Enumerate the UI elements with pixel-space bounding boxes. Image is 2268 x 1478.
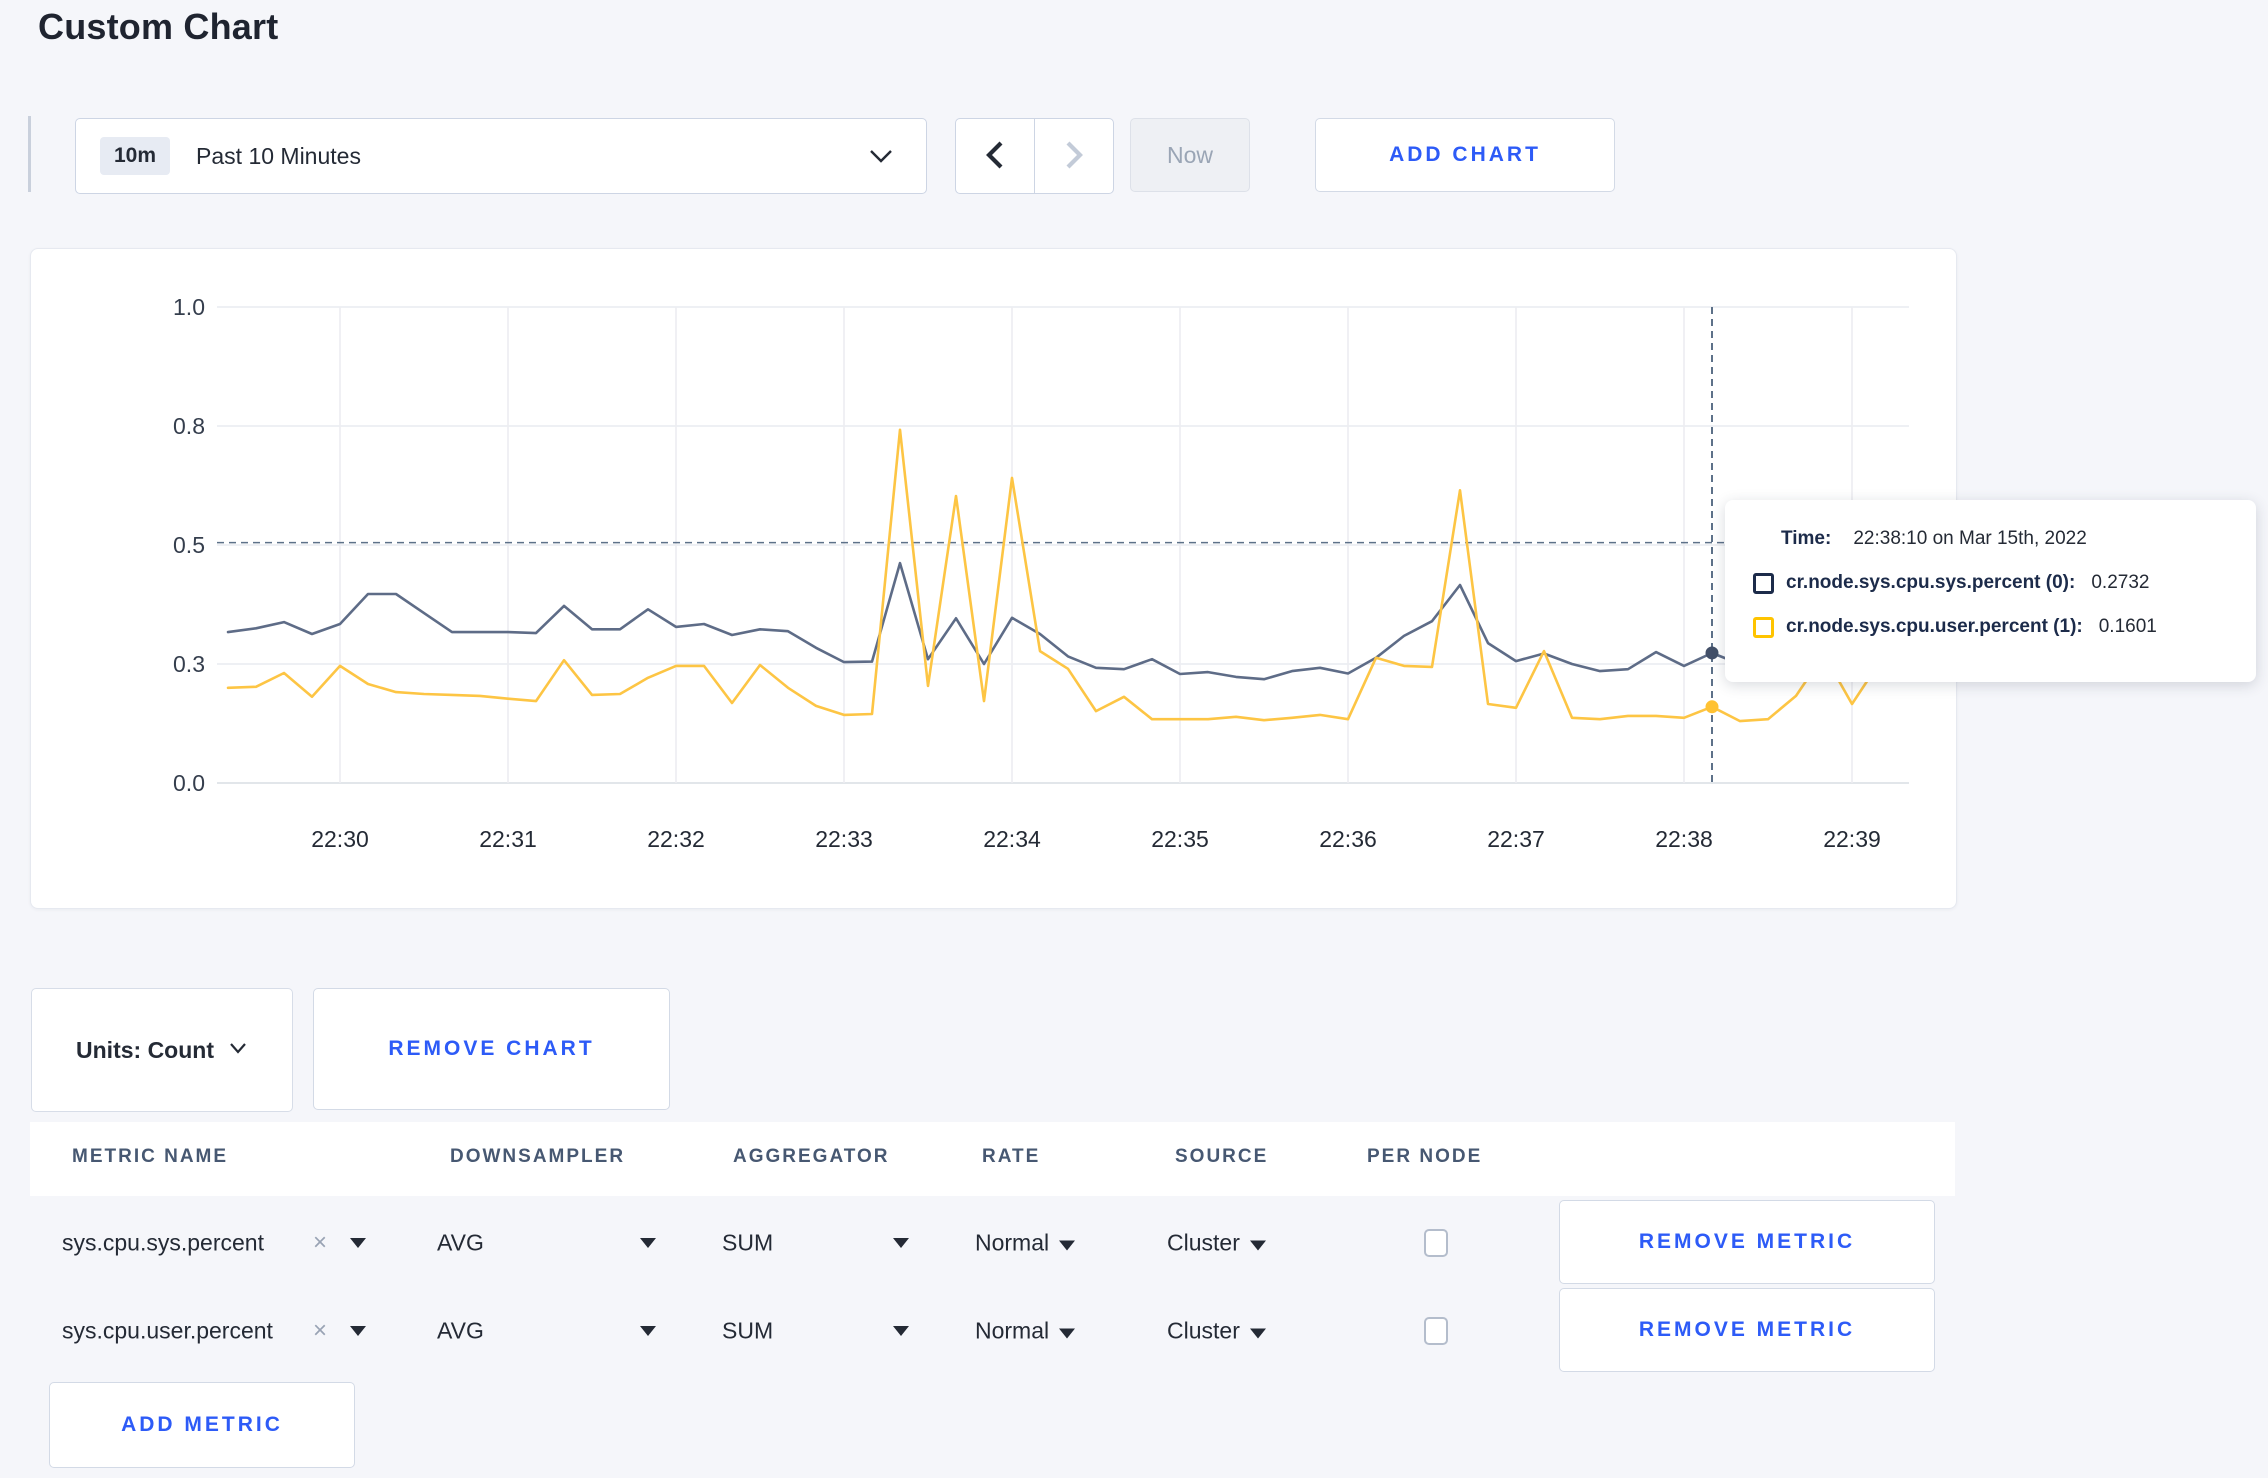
chevron-down-icon xyxy=(868,147,894,170)
x-axis-tick-label: 22:34 xyxy=(983,826,1041,852)
y-axis-tick-label: 0.3 xyxy=(173,651,205,677)
y-axis-tick-label: 0.8 xyxy=(173,413,205,439)
aggregator-caret-icon[interactable] xyxy=(893,1238,909,1248)
remove-metric-button[interactable]: REMOVE METRIC xyxy=(1559,1200,1935,1284)
y-axis-tick-label: 0.5 xyxy=(173,532,205,558)
next-range-button[interactable] xyxy=(1035,119,1113,193)
tooltip-time-label: Time: xyxy=(1781,528,1832,549)
aggregator-value[interactable]: SUM xyxy=(722,1318,773,1345)
chart-tooltip: Time: 22:38:10 on Mar 15th, 2022 cr.node… xyxy=(1725,500,2256,682)
tooltip-series-label: cr.node.sys.cpu.user.percent (1): xyxy=(1786,616,2083,637)
user-series-swatch-icon xyxy=(1753,616,1774,638)
x-axis-tick-label: 22:35 xyxy=(1151,826,1209,852)
rate-caret-icon[interactable] xyxy=(1059,1328,1076,1339)
add-chart-button[interactable]: ADD CHART xyxy=(1315,118,1615,192)
time-range-dropdown[interactable]: 10m Past 10 Minutes xyxy=(75,118,927,194)
rate-value[interactable]: Normal xyxy=(975,1230,1076,1257)
rate-caret-icon[interactable] xyxy=(1059,1240,1076,1251)
time-series-chart[interactable]: 1.0 0.8 0.5 0.3 0.0 22:30 22:31 22:32 22:33 22:34… xyxy=(31,249,1956,908)
col-header-per-node: PER NODE xyxy=(1367,1146,1483,1167)
x-axis-tick-label: 22:30 xyxy=(311,826,369,852)
x-axis-tick-label: 22:32 xyxy=(647,826,705,852)
col-header-metric-name: METRIC NAME xyxy=(72,1146,229,1167)
x-axis-tick-label: 22:37 xyxy=(1487,826,1545,852)
hover-dot xyxy=(1705,646,1719,660)
source-value[interactable]: Cluster xyxy=(1167,1318,1266,1345)
clear-metric-icon[interactable]: × xyxy=(313,1229,327,1257)
time-nav-group xyxy=(955,118,1114,194)
y-axis-tick-label: 0.0 xyxy=(173,770,205,796)
series-line xyxy=(226,428,1910,723)
rate-value[interactable]: Normal xyxy=(975,1318,1076,1345)
metric-dropdown-caret-icon[interactable] xyxy=(350,1238,366,1248)
source-caret-icon[interactable] xyxy=(1249,1328,1266,1339)
downsampler-value[interactable]: AVG xyxy=(437,1318,484,1345)
x-axis-tick-label: 22:31 xyxy=(479,826,537,852)
time-range-badge: 10m xyxy=(100,137,171,175)
chevron-down-icon xyxy=(228,1041,248,1060)
downsampler-value[interactable]: AVG xyxy=(437,1230,484,1257)
page-title: Custom Chart xyxy=(38,6,279,47)
y-axis-tick-label: 1.0 xyxy=(173,294,205,320)
sys-series-swatch-icon xyxy=(1753,572,1774,594)
x-axis-tick-label: 22:38 xyxy=(1655,826,1713,852)
downsampler-caret-icon[interactable] xyxy=(640,1238,656,1248)
tooltip-time-value: 22:38:10 on Mar 15th, 2022 xyxy=(1853,528,2087,549)
col-header-rate: RATE xyxy=(982,1146,1041,1167)
units-label: Units: Count xyxy=(76,1036,214,1063)
col-header-aggregator: AGGREGATOR xyxy=(733,1146,890,1167)
source-value[interactable]: Cluster xyxy=(1167,1230,1266,1257)
remove-chart-button[interactable]: REMOVE CHART xyxy=(313,988,670,1110)
aggregator-caret-icon[interactable] xyxy=(893,1326,909,1336)
tooltip-series-value: 0.1601 xyxy=(2098,616,2157,637)
clear-metric-icon[interactable]: × xyxy=(313,1317,327,1345)
per-node-checkbox[interactable] xyxy=(1424,1317,1448,1345)
series-line xyxy=(226,561,1910,681)
metrics-table: METRIC NAME DOWNSAMPLER AGGREGATOR RATE … xyxy=(30,1122,1955,1378)
time-range-label: Past 10 Minutes xyxy=(196,142,361,169)
tooltip-series-label: cr.node.sys.cpu.sys.percent (0): xyxy=(1786,572,2076,593)
x-axis-tick-label: 22:39 xyxy=(1823,826,1881,852)
x-axis-tick-label: 22:33 xyxy=(815,826,873,852)
prev-range-button[interactable] xyxy=(956,119,1035,193)
toolbar-divider xyxy=(28,116,31,192)
metric-name-value[interactable]: sys.cpu.user.percent xyxy=(62,1318,273,1345)
chevron-left-icon xyxy=(984,140,1006,173)
col-header-source: SOURCE xyxy=(1175,1146,1269,1167)
metric-dropdown-caret-icon[interactable] xyxy=(350,1326,366,1336)
metrics-table-header: METRIC NAME DOWNSAMPLER AGGREGATOR RATE … xyxy=(30,1122,1955,1196)
downsampler-caret-icon[interactable] xyxy=(640,1326,656,1336)
hover-dot xyxy=(1705,700,1719,714)
aggregator-value[interactable]: SUM xyxy=(722,1230,773,1257)
per-node-checkbox[interactable] xyxy=(1424,1229,1448,1257)
now-button[interactable]: Now xyxy=(1130,118,1250,192)
tooltip-series-value: 0.2732 xyxy=(2091,572,2150,593)
units-dropdown[interactable]: Units: Count xyxy=(31,988,293,1112)
add-metric-button[interactable]: ADD METRIC xyxy=(49,1382,355,1468)
metric-row: sys.cpu.user.percent × AVG SUM Normal Cluster… xyxy=(30,1288,1955,1374)
chevron-right-icon xyxy=(1063,140,1085,173)
col-header-downsampler: DOWNSAMPLER xyxy=(450,1146,626,1167)
source-caret-icon[interactable] xyxy=(1249,1240,1266,1251)
custom-chart-page: Custom Chart 10m Past 10 Minutes Now ADD… xyxy=(0,0,2268,1478)
metric-row: sys.cpu.sys.percent × AVG SUM Normal Cluster R… xyxy=(30,1200,1955,1286)
metric-name-value[interactable]: sys.cpu.sys.percent xyxy=(62,1230,264,1257)
chart-card: 1.0 0.8 0.5 0.3 0.0 22:30 22:31 22:32 22:33 22:34… xyxy=(30,248,1957,909)
x-axis-tick-label: 22:36 xyxy=(1319,826,1377,852)
remove-metric-button[interactable]: REMOVE METRIC xyxy=(1559,1288,1935,1372)
